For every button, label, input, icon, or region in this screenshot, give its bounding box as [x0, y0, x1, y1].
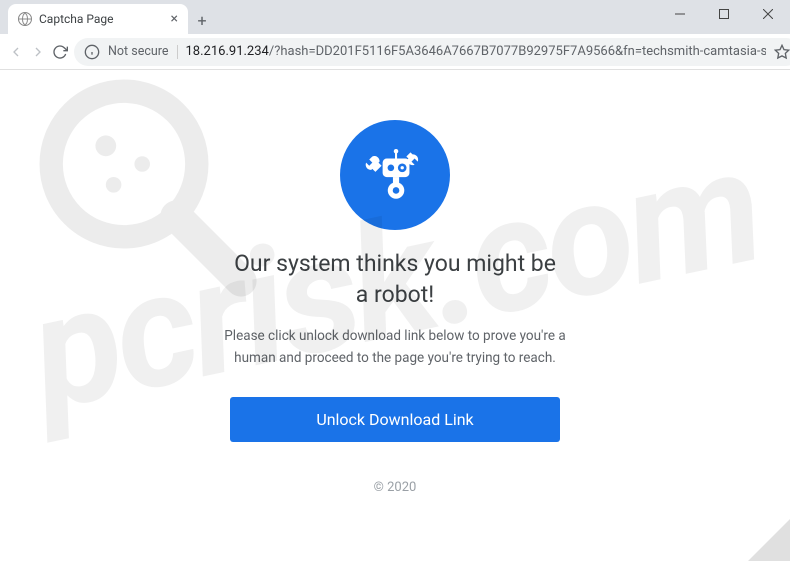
- close-window-button[interactable]: [746, 0, 790, 28]
- browser-tab-active[interactable]: Captcha Page ×: [8, 4, 188, 34]
- new-tab-button[interactable]: +: [188, 6, 216, 34]
- page-content: Our system thinks you might be a robot! …: [0, 70, 790, 561]
- star-icon[interactable]: [774, 44, 790, 60]
- reload-button[interactable]: [52, 38, 68, 66]
- browser-titlebar: Captcha Page × +: [0, 0, 790, 34]
- security-label: Not secure: [108, 44, 169, 59]
- address-bar[interactable]: Not secure 18.216.91.234/?hash=DD201F511…: [74, 38, 790, 66]
- footer-copyright: © 2020: [374, 480, 417, 495]
- unlock-download-button[interactable]: Unlock Download Link: [230, 397, 560, 442]
- corner-fold-icon: [748, 519, 790, 561]
- info-icon: [84, 44, 100, 60]
- robot-icon: [340, 120, 450, 230]
- forward-button[interactable]: [30, 38, 46, 66]
- back-button[interactable]: [8, 38, 24, 66]
- separator: [177, 45, 178, 59]
- globe-icon: [18, 12, 32, 26]
- tab-title: Captcha Page: [39, 12, 164, 26]
- browser-toolbar: Not secure 18.216.91.234/?hash=DD201F511…: [0, 34, 790, 70]
- window-controls: [658, 0, 790, 28]
- minimize-button[interactable]: [658, 0, 702, 28]
- url-text: 18.216.91.234/?hash=DD201F5116F5A3646A76…: [186, 44, 766, 59]
- close-icon[interactable]: ×: [171, 11, 178, 27]
- maximize-button[interactable]: [702, 0, 746, 28]
- page-heading: Our system thinks you might be a robot!: [225, 248, 565, 310]
- page-subtext: Please click unlock download link below …: [215, 326, 575, 369]
